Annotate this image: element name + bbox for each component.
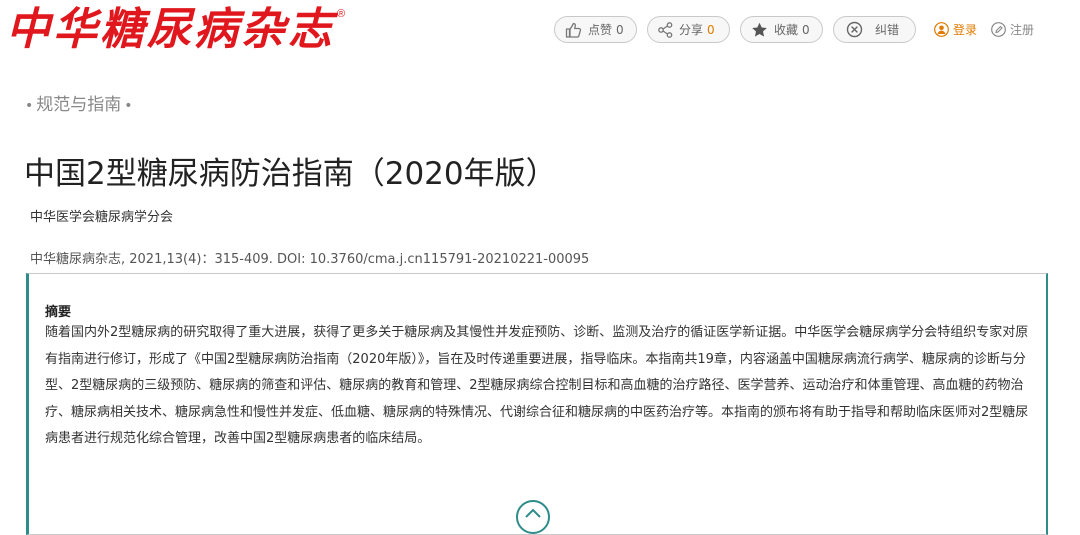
report-error-button[interactable]: 纠错 <box>833 16 916 43</box>
close-circle-icon <box>846 21 863 38</box>
share-label: 分享 <box>679 23 704 37</box>
article-actions: 点赞 0 分享 0 收藏 0 纠错 登录 注册 <box>554 16 1034 43</box>
abstract-box: 摘要 随着国内外2型糖尿病的研究取得了重大进展，获得了更多关于糖尿病及其慢性并发… <box>26 273 1048 535</box>
logo-text: 中华糖尿病杂志 <box>6 4 335 55</box>
share-icon <box>658 21 673 38</box>
breadcrumb-section[interactable]: 规范与指南 <box>36 95 121 115</box>
like-button[interactable]: 点赞 0 <box>554 16 637 43</box>
register-label: 注册 <box>1010 23 1035 37</box>
share-button[interactable]: 分享 0 <box>647 16 730 43</box>
breadcrumb-dot: • <box>124 98 133 114</box>
chevron-up-icon <box>525 508 541 518</box>
login-label: 登录 <box>953 23 978 37</box>
breadcrumb-dot: • <box>25 98 34 114</box>
thumbs-up-icon <box>565 22 582 38</box>
journal-logo[interactable]: 中华糖尿病杂志 ® <box>6 2 345 58</box>
favorite-count: 0 <box>802 22 810 37</box>
article-author[interactable]: 中华医学会糖尿病学分会 <box>30 206 173 225</box>
breadcrumb: • 规范与指南 • <box>22 90 136 115</box>
article-citation: 中华糖尿病杂志, 2021,13(4)：315-409. DOI: 10.376… <box>30 252 590 267</box>
article-title: 中国2型糖尿病防治指南（2020年版） <box>24 156 557 192</box>
abstract-heading: 摘要 <box>45 305 72 320</box>
favorite-label: 收藏 <box>774 23 799 37</box>
like-count: 0 <box>616 22 624 37</box>
logo-registered-mark: ® <box>337 8 346 20</box>
abstract-text: 随着国内外2型糖尿病的研究取得了重大进展，获得了更多关于糖尿病及其慢性并发症预防… <box>45 325 1029 446</box>
edit-icon <box>991 22 1006 37</box>
like-label: 点赞 <box>588 23 613 37</box>
favorite-button[interactable]: 收藏 0 <box>740 16 823 43</box>
register-link[interactable]: 注册 <box>991 21 1034 38</box>
report-error-label: 纠错 <box>875 23 900 37</box>
login-link[interactable]: 登录 <box>934 21 977 38</box>
user-icon <box>934 22 949 37</box>
star-icon <box>752 22 767 37</box>
share-count: 0 <box>707 22 715 37</box>
